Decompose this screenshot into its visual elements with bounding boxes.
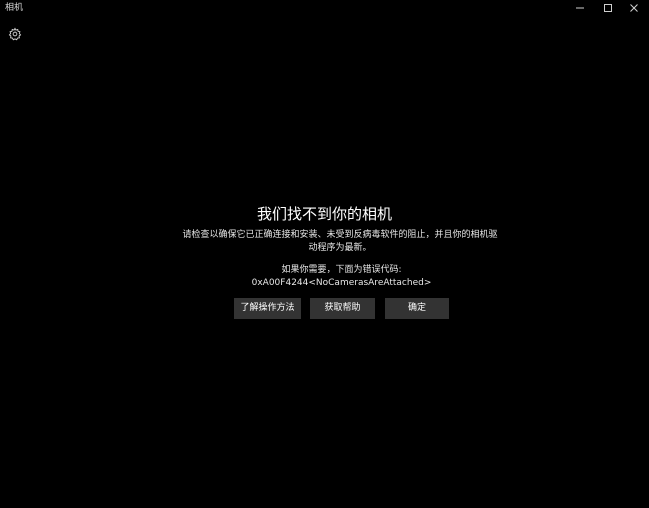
get-help-button[interactable]: 获取帮助 — [310, 298, 375, 319]
title-bar: 相机 — [0, 0, 649, 18]
window-title: 相机 — [5, 3, 24, 13]
close-icon — [630, 4, 638, 12]
minimize-button[interactable] — [565, 0, 595, 16]
error-heading: 我们找不到你的相机 — [256, 205, 392, 223]
error-description: 请检查以确保它已正确连接和安装、未受到反病毒软件的阻止，并且你的相机驱动程序为最… — [182, 230, 498, 253]
settings-button[interactable] — [7, 26, 23, 42]
ok-button[interactable]: 确定 — [385, 298, 449, 319]
error-code-value: 0xA00F4244<NoCamerasAreAttached> — [251, 278, 432, 288]
gear-icon — [8, 27, 22, 41]
error-code-label: 如果你需要，下面为错误代码: — [281, 265, 402, 275]
maximize-icon — [604, 4, 612, 12]
minimize-icon — [576, 7, 584, 9]
close-button[interactable] — [619, 0, 649, 16]
learn-how-button[interactable]: 了解操作方法 — [234, 298, 301, 319]
